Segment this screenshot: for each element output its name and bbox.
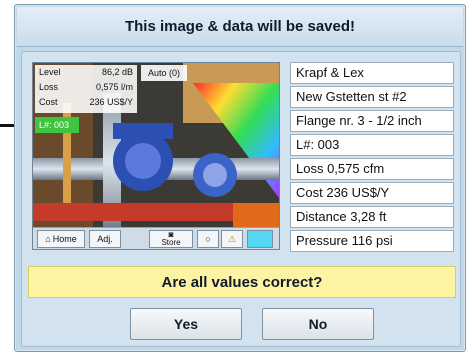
warning-button[interactable]: ⚠ (221, 230, 243, 248)
info-leak-number: L#: 003 (290, 134, 454, 156)
level-value: 86,2 dB (101, 67, 133, 77)
loss-label: Loss (39, 82, 59, 92)
loss-value: 0,575 l/m (95, 82, 133, 92)
home-button[interactable]: ⌂ Home (37, 230, 85, 248)
level-label: Level (39, 67, 61, 77)
info-loss: Loss 0,575 cfm (290, 158, 454, 180)
adjust-label: Adj. (97, 234, 113, 244)
dialog-title: This image & data will be saved! (17, 7, 463, 47)
info-pressure: Pressure 116 psi (290, 230, 454, 252)
circle-icon: ○ (205, 234, 211, 244)
home-label: Home (52, 234, 77, 244)
home-icon: ⌂ (45, 234, 51, 244)
dialog-content: Level 86,2 dB Loss 0,575 l/m Cost 236 US$/Y… (21, 51, 461, 347)
info-component: Flange nr. 3 - 1/2 inch (290, 110, 454, 132)
cost-label: Cost (39, 97, 58, 107)
edge-line (0, 124, 14, 127)
info-company: Krapf & Lex (290, 62, 454, 84)
info-location: New Gstetten st #2 (290, 86, 454, 108)
store-button[interactable]: ◙ Store (149, 230, 193, 248)
info-list: Krapf & Lex New Gstetten st #2 Flange nr… (290, 62, 454, 254)
info-cost: Cost 236 US$/Y (290, 182, 454, 204)
adjust-button[interactable]: Adj. (89, 230, 121, 248)
camera-image: Level 86,2 dB Loss 0,575 l/m Cost 236 US$/Y… (32, 62, 280, 250)
yes-button[interactable]: Yes (130, 308, 242, 340)
warning-icon: ⚠ (227, 234, 237, 244)
info-distance: Distance 3,28 ft (290, 206, 454, 228)
cost-value: 236 US$/Y (89, 97, 133, 107)
no-button[interactable]: No (262, 308, 374, 340)
measurement-overlay: Level 86,2 dB Loss 0,575 l/m Cost 236 US$/Y (35, 65, 137, 113)
confirm-question: Are all values correct? (28, 266, 456, 298)
photo-toolbar: ⌂ Home Adj. ◙ Store ○ ⚠ (33, 227, 279, 249)
leak-number-badge: L#: 003 (35, 117, 79, 133)
auto-mode-badge: Auto (0) (141, 65, 187, 81)
save-confirm-dialog: This image & data will be saved! Level 8… (14, 4, 466, 352)
color-button[interactable] (247, 230, 273, 248)
circle-button[interactable]: ○ (197, 230, 219, 248)
store-label: Store (161, 238, 181, 247)
